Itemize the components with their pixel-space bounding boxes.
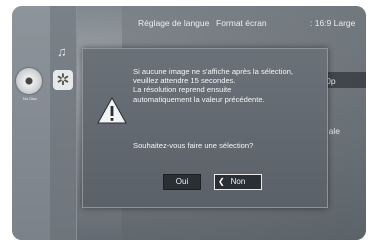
dialog-question: Souhaitez-vous faire une sélection? [133, 141, 254, 150]
tv-frame: No Disc ♫ ✲ Réglage de langue Format écr… [0, 0, 378, 246]
screen: No Disc ♫ ✲ Réglage de langue Format écr… [12, 6, 366, 240]
dialog-message-line: Si aucune image ne s'affiche après la sé… [133, 67, 294, 76]
non-button[interactable]: ❮ Non [214, 174, 262, 190]
settings-icon-column [50, 6, 77, 240]
focus-caret-icon: ❮ [218, 177, 225, 186]
oui-button[interactable]: Oui [163, 174, 201, 190]
dialog-message-line: automatiquement la valeur précédente. [133, 94, 265, 104]
menu-header-language[interactable]: Réglage de langue [138, 18, 209, 28]
disc-label: No Disc [22, 96, 37, 101]
menu-header-format[interactable]: Format écran [216, 18, 267, 28]
disc-icon[interactable] [16, 68, 42, 94]
non-button-label: Non [230, 177, 246, 186]
dialog-message: Si aucune image ne s'affiche après la sé… [133, 67, 323, 104]
dialog-message-line: La résolution reprend ensuite [133, 85, 232, 95]
dialog-message-line: veuillez attendre 15 secondes. [133, 76, 236, 86]
warning-icon [97, 97, 127, 124]
confirmation-dialog: Si aucune image ne s'affiche après la sé… [82, 48, 328, 208]
music-note-icon[interactable]: ♫ [57, 44, 67, 59]
left-sidebar: No Disc [12, 6, 50, 240]
menu-header-value: : 16:9 Large [310, 18, 356, 28]
gear-icon[interactable]: ✲ [53, 70, 73, 90]
